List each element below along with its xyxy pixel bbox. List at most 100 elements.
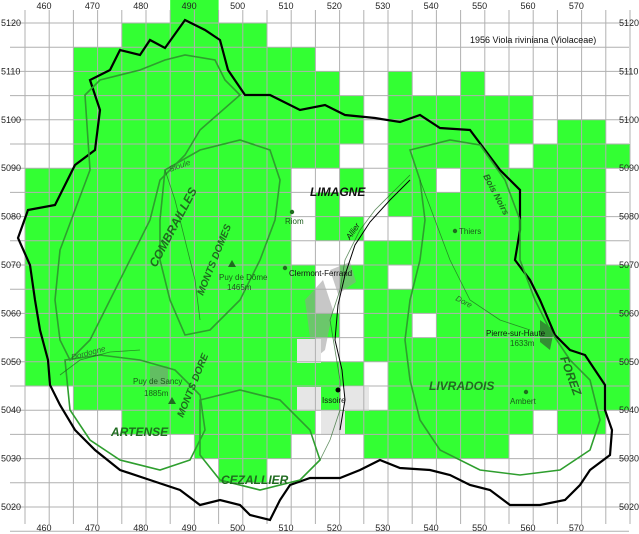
y-tick-label: 5100 (619, 115, 639, 125)
x-tick-label: 510 (278, 523, 293, 533)
presence-square (170, 265, 195, 290)
presence-square (267, 71, 292, 96)
presence-square (267, 144, 292, 169)
x-tick-label: 520 (327, 523, 342, 533)
presence-square (73, 119, 98, 144)
presence-square (509, 410, 534, 435)
presence-square (533, 168, 558, 193)
x-tick-label: 500 (230, 1, 245, 11)
presence-square (412, 410, 437, 435)
presence-square (218, 434, 243, 459)
presence-square (436, 192, 461, 217)
presence-square (363, 313, 388, 338)
x-tick-label: 550 (472, 523, 487, 533)
presence-square (436, 265, 461, 290)
presence-square (388, 144, 413, 169)
presence-square (581, 119, 606, 144)
presence-square (121, 216, 146, 241)
presence-square (484, 265, 509, 290)
presence-square (242, 410, 267, 435)
presence-square (460, 168, 485, 193)
presence-square (194, 434, 219, 459)
presence-square (557, 265, 582, 290)
presence-square (73, 47, 98, 72)
issoire-marker (335, 387, 341, 393)
presence-square (146, 71, 171, 96)
presence-square (484, 95, 509, 120)
x-tick-label: 570 (569, 1, 584, 11)
presence-square (412, 337, 437, 362)
presence-square (267, 192, 292, 217)
y-tick-label: 5100 (1, 115, 21, 125)
x-tick-label: 460 (36, 523, 51, 533)
y-tick-label: 5090 (619, 163, 639, 173)
presence-square (121, 119, 146, 144)
presence-square (146, 289, 171, 314)
riom-label: Riom (285, 217, 304, 226)
presence-square (242, 313, 267, 338)
presence-square (218, 168, 243, 193)
issoire-label: Issoire (322, 396, 346, 405)
presence-square (315, 216, 340, 241)
presence-square (49, 265, 74, 290)
presence-square (121, 313, 146, 338)
presence-square (97, 47, 122, 72)
presence-square (97, 361, 122, 386)
presence-square (170, 337, 195, 362)
presence-square (484, 119, 509, 144)
presence-square (291, 71, 316, 96)
presence-square (581, 337, 606, 362)
presence-square (315, 144, 340, 169)
presence-square (363, 265, 388, 290)
presence-square (436, 216, 461, 241)
presence-square (533, 361, 558, 386)
thiers-label: Thiers (459, 227, 481, 236)
presence-square (218, 361, 243, 386)
y-tick-label: 5030 (619, 454, 639, 464)
pierre-sur-haute-alt: 1633m (510, 339, 535, 348)
presence-square (267, 119, 292, 144)
region-artense: ARTENSE (110, 425, 169, 439)
presence-square (242, 168, 267, 193)
presence-square (460, 265, 485, 290)
presence-square (170, 47, 195, 72)
presence-square (509, 168, 534, 193)
presence-square (146, 337, 171, 362)
presence-square (509, 95, 534, 120)
clermont-label: Clermont-Ferrand (289, 269, 352, 278)
presence-square (97, 192, 122, 217)
presence-square (97, 216, 122, 241)
riom-marker (289, 209, 295, 215)
presence-square (533, 216, 558, 241)
presence-square (170, 240, 195, 265)
presence-square (581, 168, 606, 193)
y-tick-label: 5070 (1, 260, 21, 270)
presence-square (97, 265, 122, 290)
presence-square (388, 71, 413, 96)
presence-square (557, 216, 582, 241)
presence-square (363, 240, 388, 265)
x-tick-label: 490 (182, 523, 197, 533)
x-tick-label: 470 (85, 1, 100, 11)
presence-square (581, 265, 606, 290)
presence-square (267, 289, 292, 314)
presence-square (49, 216, 74, 241)
presence-square (121, 95, 146, 120)
presence-square (121, 192, 146, 217)
presence-square (533, 192, 558, 217)
presence-square (194, 216, 219, 241)
x-tick-label: 560 (520, 1, 535, 11)
presence-square (388, 119, 413, 144)
presence-square (267, 313, 292, 338)
presence-square (291, 144, 316, 169)
presence-square (484, 410, 509, 435)
x-tick-label: 490 (182, 1, 197, 11)
presence-square (484, 216, 509, 241)
presence-square (533, 386, 558, 411)
presence-square (25, 265, 50, 290)
x-tick-label: 520 (327, 1, 342, 11)
presence-square (460, 192, 485, 217)
presence-square (436, 337, 461, 362)
presence-square (363, 434, 388, 459)
presence-square (315, 95, 340, 120)
